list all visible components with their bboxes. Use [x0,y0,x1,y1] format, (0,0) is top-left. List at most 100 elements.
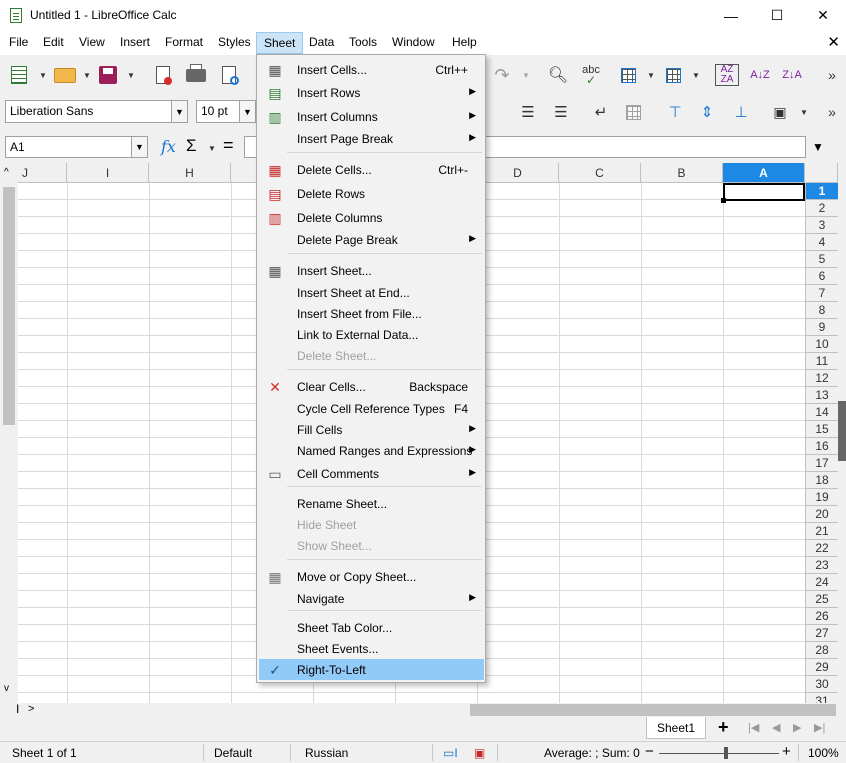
menu-help[interactable]: Help [452,35,477,49]
row-header[interactable]: 4 [805,234,838,251]
export-pdf-icon[interactable] [152,64,174,86]
column-header[interactable]: C [559,163,641,183]
menu-item-insert-sheet-from-file[interactable]: Insert Sheet from File... [259,303,484,324]
first-sheet-icon[interactable]: |◀ [748,721,759,734]
chevron-up-icon[interactable]: ^ [4,167,9,178]
row-header[interactable]: 2 [805,200,838,217]
align-middle-icon[interactable]: ⇕ [696,101,718,123]
menu-sheet[interactable]: Sheet [256,32,304,54]
row-header[interactable]: 24 [805,574,838,591]
menu-item-named-ranges-and-expressions[interactable]: Named Ranges and Expressions ▶ [259,440,484,461]
menu-item-cycle-cell-reference-types[interactable]: Cycle Cell Reference Types F4 [259,398,484,419]
chevron-down-icon[interactable]: ▼ [692,71,700,80]
scrollbar-thumb[interactable] [470,704,836,716]
row-header[interactable]: 28 [805,642,838,659]
row-header[interactable]: 19 [805,489,838,506]
chevron-down-icon[interactable]: ▼ [171,101,187,122]
menu-item-sheet-events[interactable]: Sheet Events... [259,638,484,659]
menu-item-delete-rows[interactable]: ▤ Delete Rows [259,183,484,204]
scrollbar-thumb[interactable] [3,187,15,425]
menu-edit[interactable]: Edit [43,35,64,49]
maximize-button[interactable]: ☐ [754,0,800,31]
zoom-level[interactable]: 100% [808,746,839,760]
font-size-box[interactable]: 10 pt ▼ [196,100,256,123]
row-header[interactable]: 10 [805,336,838,353]
more-options-icon[interactable]: » [822,101,842,123]
horizontal-scrollbar[interactable]: I > [0,702,846,717]
row-header[interactable]: 27 [805,625,838,642]
chevron-down-icon[interactable]: ▼ [208,144,216,153]
row-header[interactable]: 7 [805,285,838,302]
print-preview-icon[interactable] [218,64,240,86]
corner-select-all[interactable] [805,163,838,183]
menu-item-sheet-tab-color[interactable]: Sheet Tab Color... [259,617,484,638]
new-spreadsheet-icon[interactable] [8,64,30,86]
active-cell-A1[interactable] [721,183,805,203]
row-header[interactable]: 17 [805,455,838,472]
chevron-right-icon[interactable]: > [28,703,34,715]
menu-item-delete-page-break[interactable]: Delete Page Break ▶ [259,229,484,250]
align-center-icon[interactable]: ☰ [517,101,539,123]
function-wizard-icon[interactable]: fx [161,137,176,156]
input-mode-icon[interactable]: ▭I [443,746,458,760]
row-header[interactable]: 25 [805,591,838,608]
wrap-text-icon[interactable]: ↵ [590,101,612,123]
chevron-down-icon[interactable]: ▼ [800,108,808,117]
zoom-in-icon[interactable]: + [782,743,791,760]
sort-icon[interactable]: AZ ZA [715,64,739,86]
row-header[interactable]: 31 [805,693,838,703]
right-edge-scrollbar[interactable] [838,163,846,703]
scrollbar-thumb[interactable] [838,401,846,461]
align-top-icon[interactable]: ⊤ [664,101,686,123]
menu-item-navigate[interactable]: Navigate ▶ [259,588,484,609]
column-grid-icon[interactable] [662,64,684,86]
row-header[interactable]: 3 [805,217,838,234]
add-sheet-icon[interactable]: + [718,717,729,738]
spelling-icon[interactable]: abc ✓ [578,64,604,87]
menu-item-fill-cells[interactable]: Fill Cells ▶ [259,419,484,440]
menu-tools[interactable]: Tools [349,35,377,49]
menu-styles[interactable]: Styles [218,35,251,49]
menu-item-insert-sheet-at-end[interactable]: Insert Sheet at End... [259,282,484,303]
zoom-slider-knob[interactable] [724,747,728,759]
row-header[interactable]: 14 [805,404,838,421]
close-button[interactable]: ✕ [800,0,846,31]
column-header[interactable]: D [477,163,559,183]
chevron-down-icon[interactable]: ▼ [39,71,47,80]
chevron-down-icon[interactable]: ▼ [647,71,655,80]
row-header[interactable]: 8 [805,302,838,319]
menu-item-move-or-copy-sheet[interactable]: ▦ Move or Copy Sheet... [259,566,484,587]
next-sheet-icon[interactable]: ▶ [793,721,801,734]
find-replace-icon[interactable]: 🔍︎ [546,64,570,86]
row-header[interactable]: 18 [805,472,838,489]
row-header[interactable]: 12 [805,370,838,387]
save-icon[interactable] [97,64,119,86]
menu-item-insert-page-break[interactable]: Insert Page Break ▶ [259,128,484,149]
column-header[interactable]: J [18,163,67,183]
name-box[interactable]: A1 ▼ [5,136,148,158]
row-header[interactable]: 1 [805,183,838,200]
scroll-divider-icon[interactable]: I [16,702,19,716]
menu-item-insert-columns[interactable]: ▥ Insert Columns ▶ [259,106,484,127]
chevron-down-icon[interactable]: ▼ [127,71,135,80]
conditional-format-icon[interactable]: ▣ [768,101,792,123]
menu-item-insert-rows[interactable]: ▤ Insert Rows ▶ [259,82,484,103]
row-header[interactable]: 15 [805,421,838,438]
row-header[interactable]: 23 [805,557,838,574]
menu-item-delete-cells[interactable]: ▦ Delete Cells... Ctrl+- [259,159,484,180]
sheet-tab[interactable]: Sheet1 [646,717,706,739]
menu-file[interactable]: File [9,35,28,49]
menu-format[interactable]: Format [165,35,203,49]
row-header[interactable]: 30 [805,676,838,693]
print-icon[interactable] [184,63,208,86]
column-header[interactable]: H [149,163,231,183]
row-header[interactable]: 11 [805,353,838,370]
merge-cells-icon[interactable] [622,101,644,123]
menu-item-insert-sheet[interactable]: ▦ Insert Sheet... [259,260,484,281]
close-document-icon[interactable]: ✕ [827,33,840,51]
row-header[interactable]: 26 [805,608,838,625]
page-style[interactable]: Default [214,746,252,760]
row-header[interactable]: 6 [805,268,838,285]
row-header[interactable]: 16 [805,438,838,455]
formula-equals-icon[interactable]: = [223,135,234,156]
